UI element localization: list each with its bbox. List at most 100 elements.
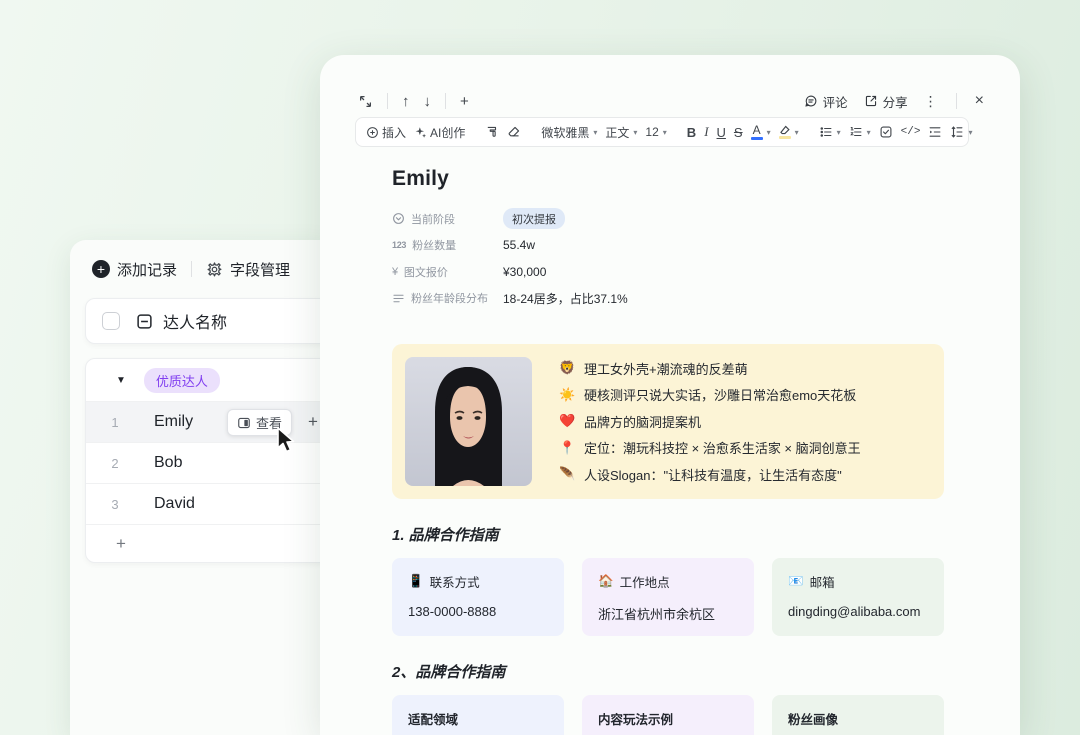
- italic-button[interactable]: I: [704, 124, 708, 140]
- add-record-icon[interactable]: +: [460, 93, 469, 110]
- field-row-age[interactable]: 粉丝年龄段分布 18-24居多，占比37.1%: [392, 290, 945, 307]
- font-family-select[interactable]: 微软雅黑 ▾: [541, 124, 597, 141]
- gear-icon: [206, 261, 223, 278]
- field-label: 粉丝年龄段分布: [392, 290, 503, 306]
- next-record-icon[interactable]: ↓: [424, 93, 432, 110]
- font-color-button[interactable]: A ▾: [751, 124, 771, 140]
- field-manage-label: 字段管理: [230, 259, 290, 280]
- share-button[interactable]: 分享: [864, 92, 908, 111]
- sun-emoji-icon: ☀️: [559, 387, 575, 403]
- house-emoji-icon: 🏠: [598, 574, 614, 589]
- list-item: ❤️品牌方的脑洞提案机: [559, 412, 861, 431]
- view-record-button[interactable]: 查看: [227, 409, 292, 436]
- text-lines-icon: [392, 292, 405, 305]
- comment-button[interactable]: 评论: [804, 92, 848, 111]
- field-label: 当前阶段: [392, 211, 503, 227]
- row-name: Bob: [154, 454, 182, 472]
- record-title[interactable]: Emily: [392, 167, 945, 191]
- share-label: 分享: [883, 92, 908, 111]
- collapse-triangle-icon[interactable]: ▼: [116, 375, 126, 386]
- topbar-divider: [956, 93, 957, 109]
- table-row-david[interactable]: 3 David: [86, 483, 334, 524]
- highlighter-icon: [779, 125, 791, 139]
- prev-record-icon[interactable]: ↑: [402, 93, 410, 110]
- font-family-value: 微软雅黑: [541, 124, 589, 141]
- chevron-down-icon: ▾: [837, 128, 841, 137]
- list-item: 🪶人设Slogan："让科技有温度，让生活有态度": [559, 465, 861, 484]
- phone-emoji-icon: 📱: [408, 574, 424, 589]
- field-manage-button[interactable]: 字段管理: [206, 259, 290, 280]
- group-row[interactable]: ▼ 优质达人: [86, 359, 334, 401]
- font-size-value: 12: [645, 125, 658, 139]
- record-detail-panel: ↑ ↓ + 评论 分享: [320, 55, 1020, 735]
- paragraph-style-value: 正文: [605, 124, 629, 141]
- select-all-checkbox[interactable]: [102, 312, 120, 330]
- field-row-stage[interactable]: 当前阶段 初次提报: [392, 210, 945, 227]
- indent-button[interactable]: [928, 125, 942, 139]
- card-content-examples: 内容玩法示例 •硬核测评：暴力测试+数: [582, 695, 754, 735]
- underline-button[interactable]: U: [717, 125, 726, 140]
- table-row-bob[interactable]: 2 Bob: [86, 442, 334, 483]
- bullet-list-button[interactable]: ▾: [819, 125, 841, 139]
- heart-emoji-icon: ❤️: [559, 413, 575, 429]
- doc-format-toolbar: 插入 AI创作 微软雅黑 ▾ 正文 ▾ 12 ▾ B I U S: [355, 117, 969, 147]
- insert-label: 插入: [382, 124, 406, 141]
- comment-bubble-icon: [804, 94, 818, 108]
- insert-row-icon[interactable]: +: [308, 412, 318, 432]
- highlight-color-button[interactable]: ▾: [779, 125, 799, 139]
- card-fan-portrait: 粉丝画像 •18-30岁都市青年: [772, 695, 944, 735]
- format-painter-icon[interactable]: [485, 125, 499, 139]
- bold-button[interactable]: B: [687, 125, 696, 140]
- paragraph-style-select[interactable]: 正文 ▾: [605, 124, 637, 141]
- lion-emoji-icon: 🦁: [559, 360, 575, 376]
- field-value: 55.4w: [503, 238, 535, 252]
- field-value: ¥30,000: [503, 265, 546, 279]
- list-item: 🦁理工女外壳+潮流魂的反差萌: [559, 359, 861, 378]
- eraser-icon[interactable]: [507, 125, 521, 139]
- contact-card-phone: 📱联系方式 138-0000-8888: [392, 558, 564, 636]
- feather-emoji-icon: 🪶: [559, 466, 575, 482]
- column-title: 达人名称: [163, 309, 227, 333]
- rows-card: ▼ 优质达人 1 Emily 查看 + 2 Bob 3 Dav: [85, 358, 335, 563]
- table-row-emily[interactable]: 1 Emily 查看 +: [86, 401, 334, 442]
- profile-summary-card: 🦁理工女外壳+潮流魂的反差萌 ☀️硬核测评只说大实话，沙雕日常治愈emo天花板 …: [392, 344, 944, 499]
- ordered-list-button[interactable]: ▾: [849, 125, 871, 139]
- more-menu-icon[interactable]: ⋮: [924, 93, 938, 110]
- strikethrough-button[interactable]: S: [734, 125, 743, 140]
- line-height-button[interactable]: ▾: [950, 125, 972, 139]
- insert-button[interactable]: 插入: [366, 124, 406, 141]
- close-icon[interactable]: ×: [975, 92, 984, 110]
- row-name: Emily: [154, 413, 193, 431]
- group-badge: 优质达人: [144, 368, 220, 393]
- font-color-icon: A: [751, 124, 763, 140]
- row-index: 1: [96, 415, 134, 430]
- row-index: 3: [96, 497, 134, 512]
- comment-label: 评论: [823, 92, 848, 111]
- field-value: 18-24居多，占比37.1%: [503, 290, 628, 307]
- code-block-button[interactable]: </>: [901, 126, 921, 138]
- add-record-label: 添加记录: [117, 259, 177, 280]
- field-row-fans[interactable]: 123 粉丝数量 55.4w: [392, 237, 945, 254]
- chevron-down-icon: ▾: [968, 128, 972, 137]
- section-heading-2: 2、品牌合作指南: [392, 661, 945, 682]
- email-emoji-icon: 📧: [788, 574, 804, 589]
- expand-icon[interactable]: [358, 94, 373, 109]
- contact-card-email: 📧邮箱 dingding@alibaba.com: [772, 558, 944, 636]
- doc-topbar: ↑ ↓ + 评论 分享: [358, 88, 984, 114]
- share-icon: [864, 94, 878, 108]
- ai-create-button[interactable]: AI创作: [414, 124, 465, 141]
- font-size-select[interactable]: 12 ▾: [645, 125, 666, 139]
- checklist-button[interactable]: [879, 125, 893, 139]
- add-row-button[interactable]: +: [86, 524, 334, 562]
- topbar-divider: [445, 93, 446, 109]
- chevron-down-icon: ▾: [633, 128, 637, 137]
- toolbar-divider: [191, 261, 192, 277]
- field-row-price[interactable]: ¥ 图文报价 ¥30,000: [392, 263, 945, 280]
- detail-cards-row: 适配领域 •3C数码 内容玩法示例 •硬核测评：暴力测试+数 粉丝画像 •18-…: [392, 695, 945, 735]
- column-header[interactable]: 达人名称: [85, 298, 335, 344]
- field-label: ¥ 图文报价: [392, 264, 503, 280]
- add-record-button[interactable]: + 添加记录: [92, 259, 177, 280]
- pin-emoji-icon: 📍: [559, 440, 575, 456]
- row-index: 2: [96, 456, 134, 471]
- profile-bullets: 🦁理工女外壳+潮流魂的反差萌 ☀️硬核测评只说大实话，沙雕日常治愈emo天花板 …: [559, 357, 861, 486]
